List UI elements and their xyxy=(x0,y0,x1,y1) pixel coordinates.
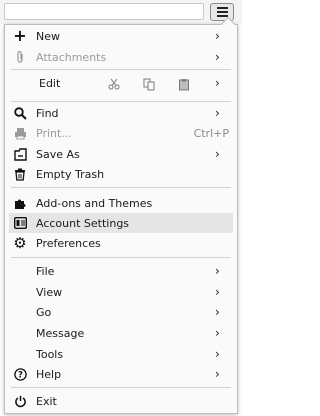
search-icon xyxy=(13,106,27,120)
chevron-right-icon: › xyxy=(215,50,220,64)
cut-icon[interactable] xyxy=(105,75,123,93)
menu-item-print[interactable]: Print... Ctrl+P xyxy=(5,123,237,143)
separator xyxy=(11,69,231,70)
chevron-right-icon: › xyxy=(215,367,220,381)
separator xyxy=(11,387,231,388)
puzzle-icon xyxy=(13,196,27,210)
save-as-icon xyxy=(13,147,27,161)
printer-icon xyxy=(13,126,27,140)
chevron-right-icon: › xyxy=(215,285,220,299)
chevron-right-icon: › xyxy=(215,76,220,90)
chevron-right-icon: › xyxy=(215,106,220,120)
menu-item-find[interactable]: Find › xyxy=(5,103,237,123)
svg-text:?: ? xyxy=(18,370,23,380)
search-field[interactable] xyxy=(4,3,204,20)
gear-icon: ⚙ xyxy=(13,233,27,252)
edit-row: Edit › xyxy=(5,72,237,96)
menu-item-view[interactable]: View › xyxy=(5,282,237,302)
paste-icon[interactable] xyxy=(175,75,193,93)
app-menu-panel: + New › Attachments › Edit › Find › Prin… xyxy=(4,16,238,414)
menu-item-attachments[interactable]: Attachments › xyxy=(5,47,237,67)
menu-item-exit[interactable]: Exit xyxy=(5,391,237,411)
menu-item-help[interactable]: ? Help › xyxy=(5,364,237,384)
chevron-right-icon: › xyxy=(215,147,220,161)
menu-item-go[interactable]: Go › xyxy=(5,302,237,322)
edit-label: Edit xyxy=(39,77,61,90)
chevron-right-icon: › xyxy=(215,29,220,43)
chevron-right-icon: › xyxy=(215,264,220,278)
menu-item-account-settings[interactable]: Account Settings xyxy=(9,213,233,233)
chevron-right-icon: › xyxy=(215,347,220,361)
menu-item-preferences[interactable]: ⚙ Preferences xyxy=(5,233,237,253)
paperclip-icon xyxy=(13,50,27,64)
power-icon xyxy=(13,394,27,408)
help-icon: ? xyxy=(13,367,27,381)
menu-item-message[interactable]: Message › xyxy=(5,323,237,343)
copy-icon[interactable] xyxy=(140,75,158,93)
app-menu-button[interactable] xyxy=(210,3,234,21)
toolbar xyxy=(0,0,242,24)
print-shortcut: Ctrl+P xyxy=(193,126,229,140)
menu-item-empty-trash[interactable]: Empty Trash xyxy=(5,164,237,184)
menu-item-new[interactable]: + New › xyxy=(5,26,237,46)
menu-item-save-as[interactable]: Save As › xyxy=(5,144,237,164)
separator xyxy=(11,187,231,188)
menu-item-tools[interactable]: Tools › xyxy=(5,344,237,364)
account-icon xyxy=(13,216,27,230)
menu-item-file[interactable]: File › xyxy=(5,261,237,281)
trash-icon xyxy=(13,167,27,181)
hamburger-icon xyxy=(216,7,228,9)
separator xyxy=(11,101,231,102)
separator xyxy=(11,257,231,258)
chevron-right-icon: › xyxy=(215,305,220,319)
plus-icon: + xyxy=(13,26,27,45)
menu-item-addons[interactable]: Add-ons and Themes xyxy=(5,193,237,213)
chevron-right-icon: › xyxy=(215,326,220,340)
